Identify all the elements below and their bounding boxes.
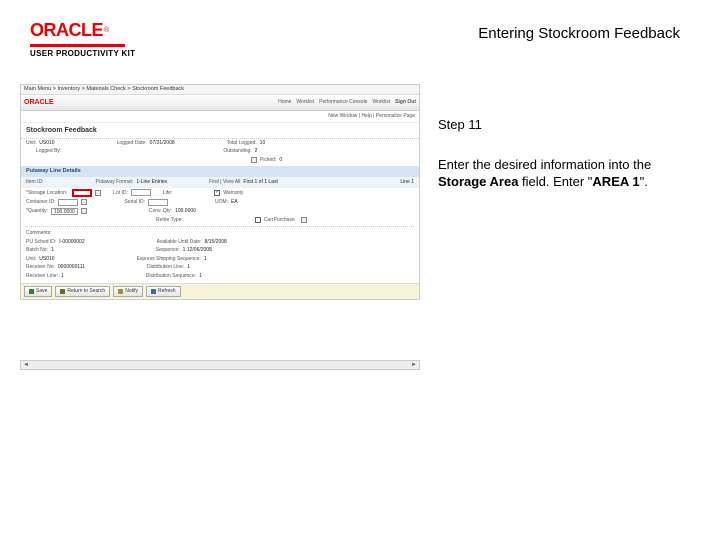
storage-location-label: *Storage Location: — [26, 190, 67, 197]
logged-date-label: Logged Date: — [117, 140, 147, 147]
horizontal-scrollbar[interactable]: ◄ ► — [20, 360, 420, 370]
retire-type-label: Retire Type: — [156, 217, 183, 224]
find-label[interactable]: Find | View All — [209, 179, 240, 186]
screen-title: Stockroom Feedback — [26, 126, 97, 135]
instruction-suffix: ". — [640, 174, 648, 189]
pu-sched-value: I-00000002 — [59, 239, 84, 246]
instruction-field-name: Storage Area — [438, 174, 518, 189]
storage-lookup-icon[interactable] — [95, 190, 101, 196]
putaway-section-title: Putaway Line Details — [26, 168, 81, 175]
instruction-text: Enter the desired information into the S… — [438, 156, 700, 191]
serial-input[interactable] — [148, 199, 168, 206]
instruction-prefix: Enter the desired information into the — [438, 157, 651, 172]
quantity-lookup-icon[interactable] — [81, 208, 87, 214]
return-to-search-button[interactable]: Return to Search — [55, 286, 110, 297]
container-label: Container ID: — [26, 199, 55, 206]
batch-value: 1 — [51, 247, 54, 254]
nav-home[interactable]: Home — [278, 99, 291, 106]
conv-qty-value: 100.0000 — [175, 208, 196, 215]
sequence-value: 1 12/06/2008 — [183, 247, 212, 254]
oracle-wordmark: ORACLE — [30, 20, 103, 41]
picked-icon[interactable] — [251, 157, 257, 163]
nav-worklist[interactable]: Worklist — [296, 99, 314, 106]
warranty-label: Warranty — [223, 190, 243, 197]
logo-underline — [30, 44, 125, 47]
container-lookup-icon[interactable] — [81, 199, 87, 205]
app-screenshot: Main Menu > Inventory > Materials Check … — [20, 84, 420, 370]
batch-label: Batch No: — [26, 247, 48, 254]
logged-by-label: Logged By: — [36, 148, 61, 155]
sub-toolbar: New Window | Help | Personalize Page — [21, 111, 419, 123]
scroll-right-arrow[interactable]: ► — [411, 362, 417, 368]
uom-value: EA — [231, 199, 238, 206]
avail-date-value: 8/15/2008 — [205, 239, 227, 246]
item-id-label: Item ID: — [26, 179, 44, 186]
save-icon — [29, 289, 34, 294]
receiver-no-label: Receiver No: — [26, 264, 55, 271]
save-button[interactable]: Save — [24, 286, 52, 297]
oracle-logo-block: ORACLE ® USER PRODUCTIVITY KIT — [30, 20, 135, 58]
warranty-checkbox[interactable] — [214, 190, 220, 196]
total-logged-value: 10 — [260, 140, 266, 147]
scroll-left-arrow[interactable]: ◄ — [23, 362, 29, 368]
unit-label: Unit: — [26, 140, 36, 147]
dist-line-label: Distribution Line: — [147, 264, 184, 271]
line-number: Line 1 — [400, 179, 414, 186]
serial-label: Serial ID: — [124, 199, 145, 206]
conv-qty-label: Conv. Qty: — [149, 208, 172, 215]
outstanding-value: 2 — [255, 148, 258, 155]
product-name: USER PRODUCTIVITY KIT — [30, 49, 135, 58]
currpurchase-icon[interactable] — [301, 217, 307, 223]
life-label: Life: — [163, 190, 172, 197]
search-icon — [60, 289, 65, 294]
shipseq-value: 1 — [204, 256, 207, 263]
page-title: Entering Stockroom Feedback — [478, 20, 690, 42]
nav-signout[interactable]: Sign Out — [395, 99, 416, 106]
unit-value: US010 — [39, 140, 54, 147]
lot-label: Lot ID: — [113, 190, 128, 197]
instruction-value: AREA 1 — [592, 174, 639, 189]
refresh-button[interactable]: Refresh — [146, 286, 181, 297]
quantity-label: *Quantity: — [26, 208, 48, 215]
picked-label: Picked: — [260, 157, 276, 164]
instruction-mid: field. Enter " — [518, 174, 592, 189]
notify-icon — [118, 289, 123, 294]
notify-button[interactable]: Notify — [113, 286, 143, 297]
putaway-format-label: Putaway Format: — [96, 179, 134, 186]
quantity-input[interactable]: 100.0000 — [51, 208, 78, 215]
find-nav[interactable]: First 1 of 1 Last — [243, 179, 277, 186]
currpurchase-label: CurrPurchase — [264, 217, 295, 224]
dist-seq-value: 1 — [199, 273, 202, 280]
breadcrumb: Main Menu > Inventory > Materials Check … — [24, 86, 184, 93]
picked-value: 0 — [279, 157, 282, 164]
total-logged-label: Total Logged: — [227, 140, 257, 147]
pu-sched-label: PU Sched ID: — [26, 239, 56, 246]
outstanding-label: Outstanding: — [223, 148, 251, 155]
refresh-icon — [151, 289, 156, 294]
shipseq-label: Express Shipping Sequence: — [137, 256, 201, 263]
comments-label: Comments: — [26, 230, 52, 237]
sequence-label: Sequence: — [156, 247, 180, 254]
lot-input[interactable] — [131, 189, 151, 196]
nav-perf[interactable]: Performance Console — [319, 99, 367, 106]
avail-date-label: Available Until Date: — [157, 239, 202, 246]
unit2-value: US010 — [39, 256, 54, 263]
dist-line-value: 1 — [187, 264, 190, 271]
uom-label: UOM: — [215, 199, 228, 206]
registered-mark: ® — [104, 27, 109, 34]
receiver-line-value: 1 — [61, 273, 64, 280]
unit2-label: Unit: — [26, 256, 36, 263]
receiver-no-value: 0000000111 — [58, 264, 85, 271]
step-label: Step 11 — [438, 84, 700, 134]
receiver-line-label: Receiver Line: — [26, 273, 58, 280]
putaway-format-value: 1-Line Entries — [136, 179, 167, 186]
logged-date-value: 07/31/2008 — [150, 140, 175, 147]
app-oracle-logo: ORACLE — [24, 98, 54, 107]
container-input[interactable] — [58, 199, 78, 206]
storage-area-input[interactable] — [72, 189, 92, 197]
dist-seq-label: Distribution Sequence: — [146, 273, 196, 280]
currpurchase-checkbox[interactable] — [255, 217, 261, 223]
nav-links[interactable]: Worklist — [372, 99, 390, 106]
